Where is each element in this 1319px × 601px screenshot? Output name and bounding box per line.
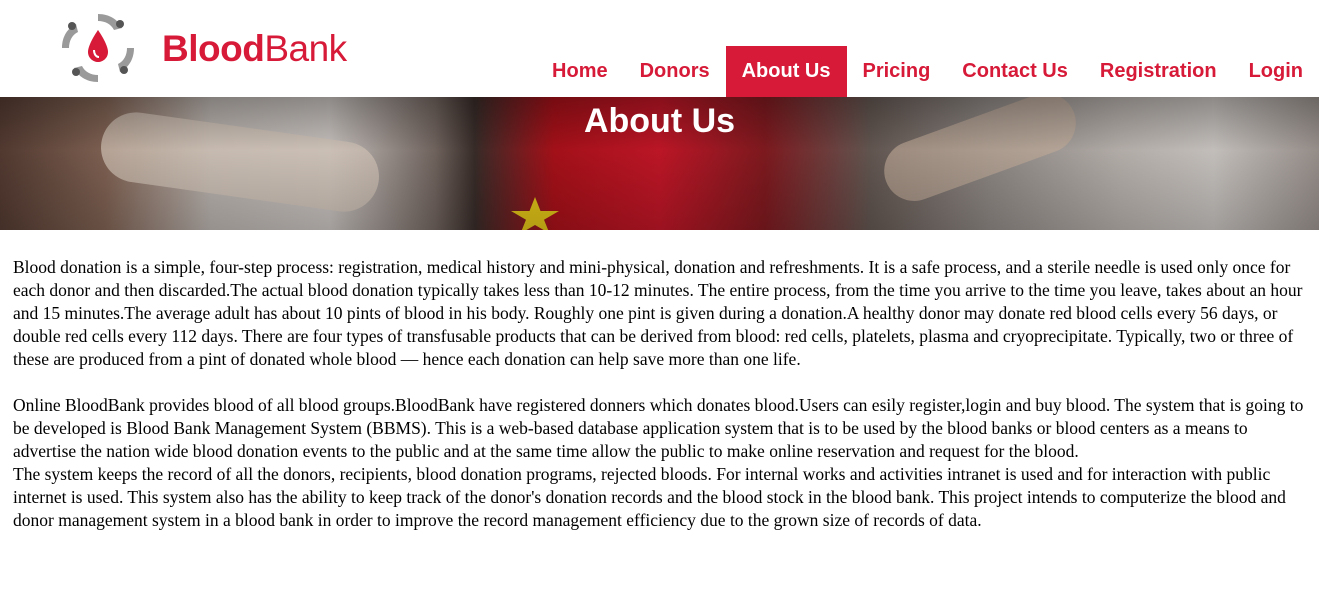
nav-about-us[interactable]: About Us [725, 46, 847, 97]
hero-banner: About Us [0, 97, 1319, 230]
nav-home[interactable]: Home [536, 46, 624, 97]
nav-registration[interactable]: Registration [1084, 46, 1233, 97]
logo[interactable]: BloodBank [58, 10, 347, 86]
nav-pricing[interactable]: Pricing [847, 46, 947, 97]
brand-name-part1: Blood [162, 27, 265, 69]
main-nav: Home Donors About Us Pricing Contact Us … [536, 46, 1319, 97]
blood-drop-logo-icon [62, 14, 134, 82]
about-paragraph-1: Blood donation is a simple, four-step pr… [13, 257, 1303, 369]
brand-name-part2: Bank [264, 27, 347, 69]
page-title: About Us [583, 102, 736, 140]
nav-contact-us[interactable]: Contact Us [946, 46, 1084, 97]
about-paragraph-3: The system keeps the record of all the d… [13, 464, 1286, 530]
nav-donors[interactable]: Donors [624, 46, 726, 97]
about-content: Blood donation is a simple, four-step pr… [0, 230, 1313, 532]
brand-name: BloodBank [162, 30, 347, 67]
nav-login[interactable]: Login [1233, 46, 1319, 97]
site-header: BloodBank Home Donors About Us Pricing C… [0, 0, 1319, 97]
about-paragraph-2: Online BloodBank provides blood of all b… [13, 395, 1304, 461]
